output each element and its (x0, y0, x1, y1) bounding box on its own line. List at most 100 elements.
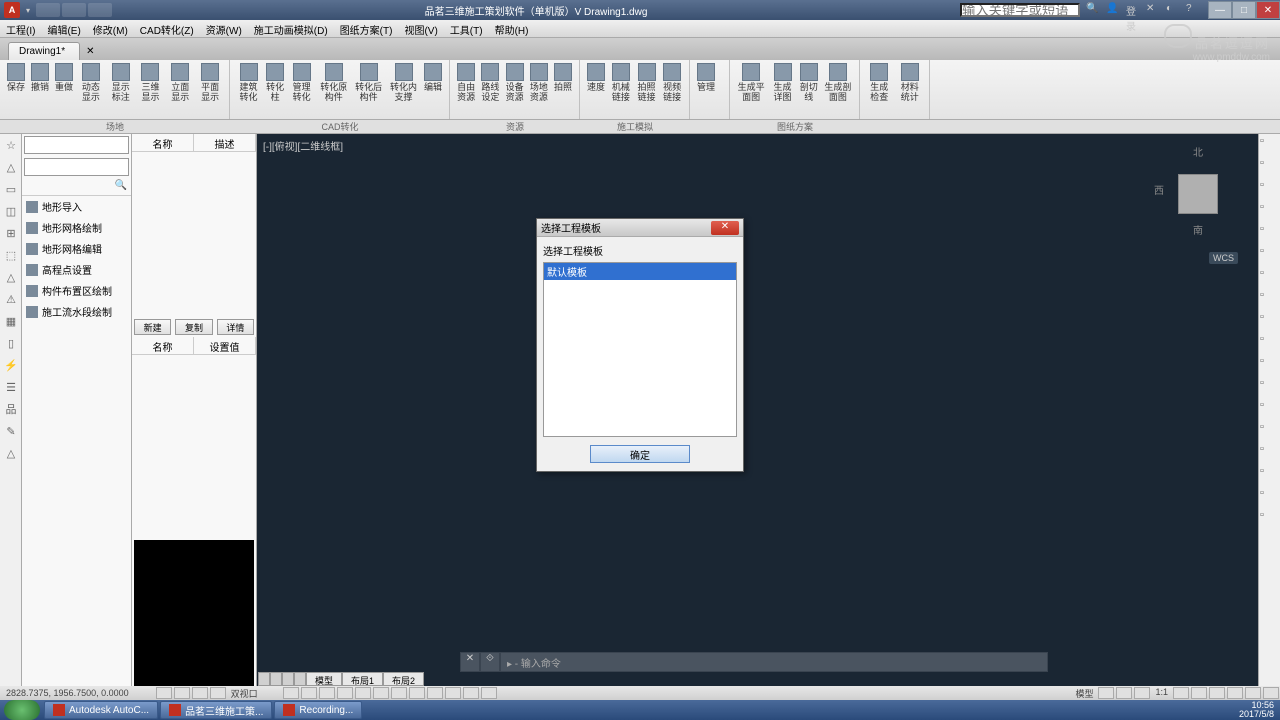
tool-icon[interactable]: ▫ (1260, 421, 1280, 441)
status-toggle[interactable] (192, 687, 208, 699)
ok-button[interactable]: 确定 (590, 445, 690, 463)
nav-item[interactable]: 构件布置区绘制 (22, 280, 131, 301)
status-toggle[interactable] (283, 687, 299, 699)
tool-icon[interactable]: ⚠ (1, 289, 21, 309)
ribbon-button[interactable]: 材料统计 (895, 62, 926, 117)
tool-icon[interactable]: △ (1, 157, 21, 177)
tray-icon[interactable] (1194, 704, 1206, 716)
tool-icon[interactable]: △ (1, 443, 21, 463)
sb-icon[interactable] (1227, 687, 1243, 699)
tab-last-icon[interactable] (294, 672, 306, 686)
sb-icon[interactable] (1245, 687, 1261, 699)
status-toggle[interactable] (301, 687, 317, 699)
prop-body[interactable] (132, 355, 256, 538)
sb-icon[interactable] (1116, 687, 1132, 699)
model-space[interactable]: 模型 (1071, 687, 1097, 700)
menu-item[interactable]: 工具(T) (444, 20, 489, 37)
search-icon[interactable]: 🔍 (1086, 3, 1100, 17)
ribbon-button[interactable]: 设备资源 (503, 62, 527, 117)
tool-icon[interactable]: ▫ (1260, 201, 1280, 221)
tool-icon[interactable]: ▫ (1260, 157, 1280, 177)
tool-icon[interactable]: ▫ (1260, 509, 1280, 529)
task-button[interactable]: 品茗三维施工策... (160, 701, 272, 719)
ribbon-button[interactable]: 建筑转化 (234, 62, 263, 117)
qat-btn[interactable] (36, 3, 60, 17)
tab-layout2[interactable]: 布局2 (383, 672, 424, 686)
task-button[interactable]: Recording... (274, 701, 362, 719)
tool-icon[interactable]: ▫ (1260, 289, 1280, 309)
viewcube[interactable]: 北 西 南 WCS (1158, 144, 1238, 244)
tool-icon[interactable]: ▫ (1260, 465, 1280, 485)
status-toggle[interactable] (174, 687, 190, 699)
detail-button[interactable]: 详情 (217, 319, 254, 335)
ribbon-button[interactable]: 生成剖面图 (821, 62, 855, 117)
ribbon-button[interactable]: 自由资源 (454, 62, 478, 117)
viewcube-face[interactable] (1178, 174, 1218, 214)
search-icon[interactable]: 🔍 (115, 180, 127, 191)
dialog-titlebar[interactable]: 选择工程模板 ✕ (537, 219, 743, 237)
help-icon[interactable]: ? (1186, 3, 1200, 17)
tab-close-icon[interactable]: ✕ (86, 46, 100, 60)
tray-icon[interactable] (1224, 704, 1236, 716)
command-input[interactable]: ▸ - 输入命令 (501, 653, 1047, 671)
menu-item[interactable]: 修改(M) (87, 20, 134, 37)
sb-icon[interactable] (1209, 687, 1225, 699)
tool-icon[interactable]: ▫ (1260, 399, 1280, 419)
tool-icon[interactable]: ☆ (1, 135, 21, 155)
status-toggle[interactable] (463, 687, 479, 699)
app-icon[interactable]: A (4, 2, 20, 18)
cloud-icon[interactable]: ◐ (1166, 3, 1180, 17)
ribbon-button[interactable]: 重做 (52, 62, 76, 117)
ribbon-button[interactable]: 转化后构件 (351, 62, 386, 117)
status-toggle[interactable] (481, 687, 497, 699)
ribbon-button[interactable]: 拍照 (551, 62, 575, 117)
ribbon-button[interactable]: 立面显示 (165, 62, 195, 117)
clock[interactable]: 10:56 2017/5/8 (1239, 701, 1274, 719)
dialog-close-button[interactable]: ✕ (711, 221, 739, 235)
dir-west[interactable]: 西 (1154, 182, 1164, 197)
user-icon[interactable]: 👤 (1106, 3, 1120, 17)
menu-item[interactable]: 工程(I) (0, 20, 41, 37)
ribbon-button[interactable]: 动态显示 (76, 62, 106, 117)
nav-item[interactable]: 施工流水段绘制 (22, 301, 131, 322)
ribbon-button[interactable]: 转化内支撑 (386, 62, 421, 117)
tool-icon[interactable]: △ (1, 267, 21, 287)
status-toggle[interactable] (355, 687, 371, 699)
ribbon-button[interactable]: 保存 (4, 62, 28, 117)
filter-combo[interactable] (24, 158, 129, 176)
tool-icon[interactable]: ▫ (1260, 487, 1280, 507)
dir-north[interactable]: 北 (1193, 144, 1203, 159)
tool-icon[interactable]: ▫ (1260, 223, 1280, 243)
menu-item[interactable]: 帮助(H) (489, 20, 535, 37)
status-toggle[interactable] (337, 687, 353, 699)
tool-icon[interactable]: ☰ (1, 377, 21, 397)
nav-item[interactable]: 地形导入 (22, 196, 131, 217)
document-tab[interactable]: Drawing1* (8, 42, 80, 60)
ribbon-button[interactable]: 显示标注 (106, 62, 136, 117)
nav-item[interactable]: 高程点设置 (22, 259, 131, 280)
tab-next-icon[interactable] (282, 672, 294, 686)
tool-icon[interactable]: ▫ (1260, 179, 1280, 199)
tool-icon[interactable]: ▫ (1260, 135, 1280, 155)
task-button[interactable]: Autodesk AutoC... (44, 701, 158, 719)
template-list-item[interactable]: 默认模板 (544, 263, 736, 280)
qat-dropdown-icon[interactable]: ▾ (26, 6, 30, 15)
tool-icon[interactable]: ⊞ (1, 223, 21, 243)
help-search-input[interactable] (960, 3, 1080, 17)
menu-item[interactable]: 图纸方案(T) (334, 20, 399, 37)
list-body[interactable] (132, 152, 256, 317)
ribbon-button[interactable]: 生成详图 (768, 62, 797, 117)
tab-first-icon[interactable] (258, 672, 270, 686)
panel-search[interactable]: 🔍 (22, 178, 131, 196)
ribbon-button[interactable]: 三维显示 (136, 62, 166, 117)
tray-icon[interactable] (1179, 704, 1191, 716)
status-toggle[interactable] (409, 687, 425, 699)
ribbon-button[interactable]: 场地资源 (527, 62, 551, 117)
minimize-button[interactable]: — (1208, 1, 1232, 19)
ribbon-button[interactable]: 平面显示 (195, 62, 225, 117)
viewport-label[interactable]: [-][俯视][二维线框] (263, 138, 343, 153)
sb-icon[interactable] (1191, 687, 1207, 699)
tray-icon[interactable] (1149, 704, 1161, 716)
tool-icon[interactable]: ▭ (1, 179, 21, 199)
ribbon-button[interactable]: 拍照链接 (634, 62, 660, 117)
